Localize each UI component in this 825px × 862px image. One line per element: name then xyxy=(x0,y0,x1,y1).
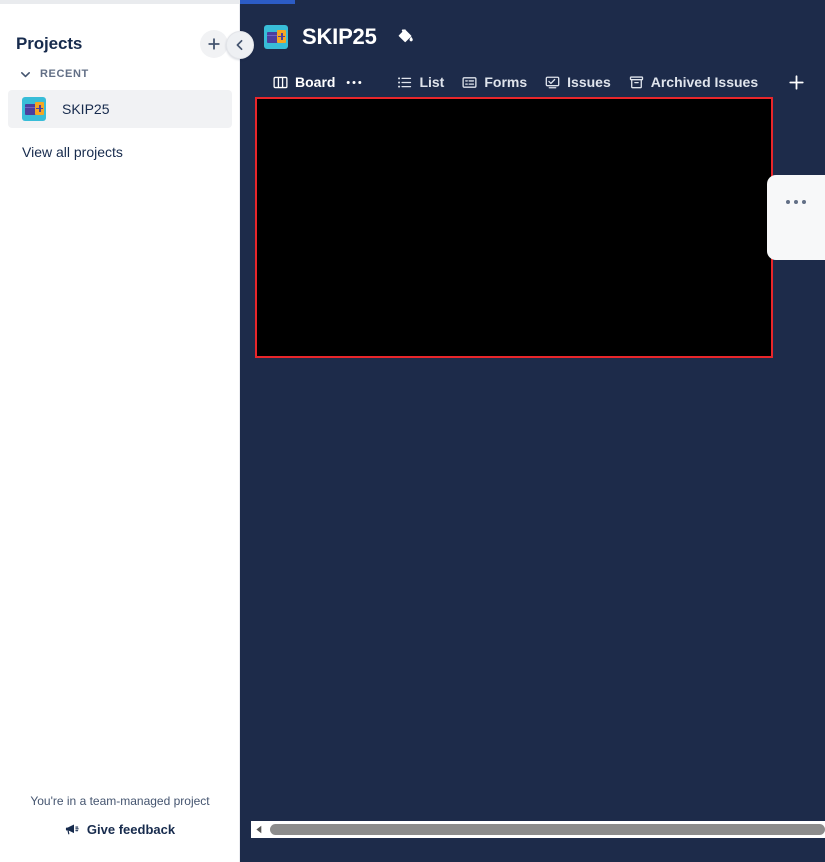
tab-board[interactable]: Board xyxy=(264,66,344,100)
add-project-button[interactable] xyxy=(200,30,228,58)
add-tab-button[interactable] xyxy=(781,66,811,98)
tab-board-overflow-button[interactable] xyxy=(335,66,368,100)
archive-box-icon xyxy=(629,75,643,88)
app-root: Projects RECENT SKIP25 View all projects… xyxy=(0,0,825,862)
page-title: Projects xyxy=(16,34,83,53)
board-content-region[interactable] xyxy=(255,97,773,358)
plus-icon xyxy=(788,74,804,90)
tab-issues-label: Issues xyxy=(567,74,611,90)
forms-icon xyxy=(462,76,477,88)
tab-forms[interactable]: Forms xyxy=(453,66,536,98)
sidebar-footer: You're in a team-managed project Give fe… xyxy=(0,794,240,842)
project-tabs: Board List Forms Issues Archived Issues xyxy=(264,66,811,100)
chevron-left-icon xyxy=(236,39,243,51)
tab-archived-issues[interactable]: Archived Issues xyxy=(620,66,767,98)
project-title: SKIP25 xyxy=(302,24,377,49)
plus-icon xyxy=(208,38,220,50)
tab-list-label: List xyxy=(419,74,445,90)
sidebar-header: Projects xyxy=(0,24,240,64)
recent-section-label: RECENT xyxy=(40,68,89,80)
side-panel-menu-button[interactable] xyxy=(786,200,806,204)
main-content: SKIP25 Board List Forms Issues Archived … xyxy=(240,0,825,862)
tab-list[interactable]: List xyxy=(388,66,453,98)
scroll-left-button[interactable] xyxy=(251,821,268,838)
tab-archived-issues-label: Archived Issues xyxy=(650,74,759,90)
ellipsis-icon xyxy=(347,80,362,84)
loading-bar-track xyxy=(0,0,240,4)
project-header: SKIP25 xyxy=(264,24,419,50)
list-icon xyxy=(398,76,412,88)
sidebar-collapse-button[interactable] xyxy=(226,31,254,59)
side-panel-card xyxy=(767,175,825,260)
team-managed-note: You're in a team-managed project xyxy=(30,794,210,808)
horizontal-scrollbar[interactable] xyxy=(251,821,825,838)
project-avatar-icon xyxy=(22,97,46,121)
tab-issues[interactable]: Issues xyxy=(536,66,620,98)
board-columns-icon xyxy=(273,76,288,88)
tab-board-label: Board xyxy=(295,74,336,90)
give-feedback-label: Give feedback xyxy=(86,822,176,837)
megaphone-icon xyxy=(65,824,79,835)
sidebar-item-label: SKIP25 xyxy=(62,101,110,117)
sidebar-item-skip25[interactable]: SKIP25 xyxy=(8,90,232,128)
recent-section-header[interactable]: RECENT xyxy=(0,64,240,84)
give-feedback-button[interactable]: Give feedback xyxy=(65,822,175,837)
scrollbar-thumb[interactable] xyxy=(270,824,825,835)
triangle-left-icon xyxy=(256,825,262,834)
tab-forms-label: Forms xyxy=(484,74,528,90)
page-loading-bar xyxy=(0,0,825,4)
issues-icon xyxy=(545,76,560,88)
view-all-projects-link[interactable]: View all projects xyxy=(22,144,123,160)
chevron-down-icon xyxy=(18,69,32,80)
paint-bucket-icon[interactable] xyxy=(395,25,419,49)
project-avatar-icon xyxy=(264,25,288,49)
projects-sidebar: Projects RECENT SKIP25 View all projects… xyxy=(0,0,254,862)
loading-bar-fill xyxy=(240,0,295,4)
